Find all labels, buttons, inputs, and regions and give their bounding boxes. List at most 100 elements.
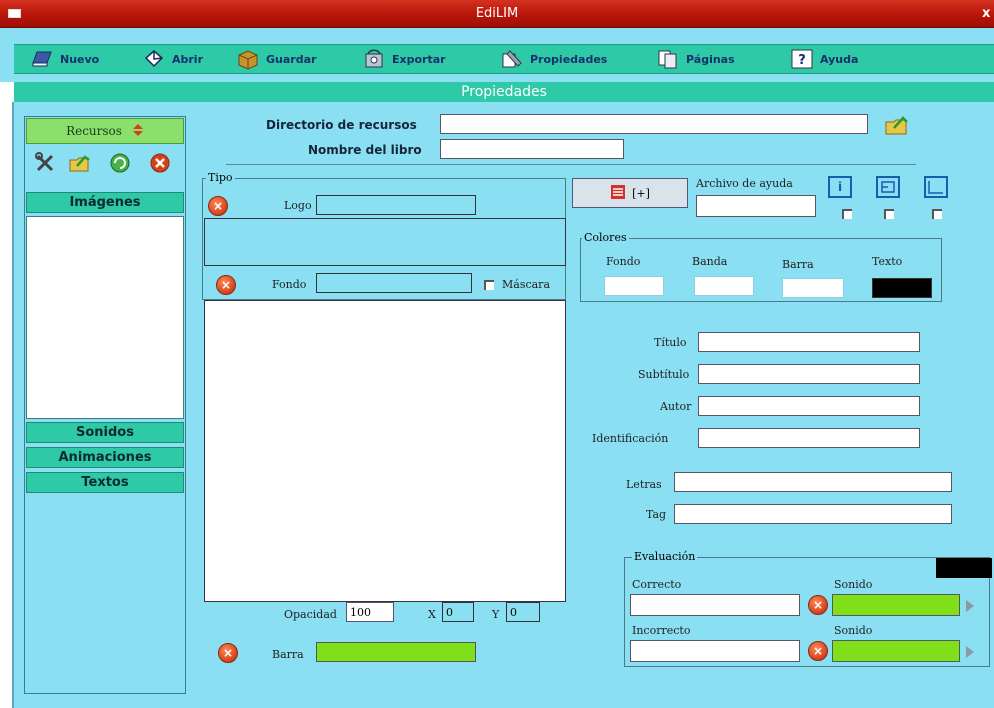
barra-input[interactable]	[316, 642, 476, 662]
color-texto-label: Texto	[872, 255, 903, 268]
evaluacion-legend: Evaluación	[632, 550, 698, 563]
subtitulo-input[interactable]	[698, 364, 920, 384]
sonido-incorrecto-input[interactable]	[832, 640, 960, 662]
sonido-incorrecto-label: Sonido	[834, 624, 873, 637]
autor-input[interactable]	[698, 396, 920, 416]
open-label: Abrir	[172, 52, 204, 66]
export-label: Exportar	[392, 52, 446, 66]
correcto-input[interactable]	[630, 594, 800, 616]
resources-selector[interactable]: Recursos	[26, 118, 184, 144]
tab-sounds[interactable]: Sonidos	[26, 422, 184, 443]
letras-input[interactable]	[674, 472, 952, 492]
color-banda-swatch[interactable]	[694, 276, 754, 296]
logo-label: Logo	[284, 199, 312, 212]
correcto-clear-button[interactable]: ×	[808, 595, 828, 615]
resources-title: Recursos	[66, 124, 122, 138]
tab-texts[interactable]: Textos	[26, 472, 184, 493]
section-title: Propiedades	[14, 82, 994, 102]
new-label: Nuevo	[60, 52, 100, 66]
save-button[interactable]: Guardar	[236, 46, 316, 72]
title-bar: EdiLIM	[0, 0, 994, 28]
incorrecto-clear-button[interactable]: ×	[808, 641, 828, 661]
tab-animations[interactable]: Animaciones	[26, 447, 184, 468]
properties-button[interactable]: Propiedades	[500, 46, 607, 72]
play-incorrecto-icon[interactable]	[966, 646, 974, 658]
browse-folder-icon[interactable]	[884, 113, 910, 137]
sonido-correcto-input[interactable]	[832, 594, 960, 616]
frame-style-button[interactable]	[924, 176, 948, 198]
subtitulo-label: Subtítulo	[638, 368, 690, 381]
barra-clear-button[interactable]: ×	[218, 643, 238, 663]
titulo-input[interactable]	[698, 332, 920, 352]
logo-preview	[204, 218, 566, 266]
sonido-correcto-label: Sonido	[834, 578, 873, 591]
play-correcto-icon[interactable]	[966, 600, 974, 612]
color-banda-label: Banda	[692, 255, 728, 268]
add-help-label: [+]	[632, 186, 650, 200]
images-list[interactable]	[26, 216, 184, 419]
opacidad-input[interactable]	[346, 602, 394, 622]
titulo-label: Título	[654, 336, 687, 349]
export-icon	[362, 48, 386, 70]
opacidad-label: Opacidad	[284, 608, 337, 621]
barra-label: Barra	[272, 648, 304, 661]
evaluation-color-swatch[interactable]	[936, 558, 992, 578]
info-checkbox[interactable]	[842, 209, 852, 219]
fondo-input[interactable]	[316, 273, 472, 293]
info-button[interactable]: i	[828, 176, 852, 198]
tipo-legend: Tipo	[206, 171, 235, 184]
separator	[226, 164, 916, 165]
resource-dir-input[interactable]	[440, 114, 868, 134]
color-fondo-swatch[interactable]	[604, 276, 664, 296]
color-barra-label: Barra	[782, 258, 814, 271]
archivo-ayuda-input[interactable]	[696, 195, 816, 217]
frame-style-checkbox[interactable]	[932, 209, 942, 219]
tag-label: Tag	[646, 508, 667, 521]
book-name-input[interactable]	[440, 139, 624, 159]
color-texto-swatch[interactable]	[872, 278, 932, 298]
y-input[interactable]	[506, 602, 540, 622]
mascara-checkbox[interactable]	[484, 280, 494, 290]
mascara-label: Máscara	[502, 278, 551, 291]
open-folder-icon[interactable]	[68, 152, 92, 174]
open-button[interactable]: Abrir	[142, 46, 203, 72]
window-style-button[interactable]	[876, 176, 900, 198]
y-label: Y	[492, 608, 500, 621]
box-icon	[236, 48, 260, 70]
window-title: EdiLIM	[475, 6, 519, 21]
logo-input[interactable]	[316, 195, 476, 215]
identificacion-label: Identificación	[592, 432, 669, 445]
save-label: Guardar	[266, 52, 317, 66]
properties-label: Propiedades	[530, 52, 608, 66]
fondo-clear-button[interactable]: ×	[216, 275, 236, 295]
help-label: Ayuda	[820, 52, 859, 66]
export-button[interactable]: Exportar	[362, 46, 446, 72]
incorrecto-label: Incorrecto	[632, 624, 691, 637]
tab-images[interactable]: Imágenes	[26, 192, 184, 213]
tag-input[interactable]	[674, 504, 952, 524]
window-style-checkbox[interactable]	[884, 209, 894, 219]
color-barra-swatch[interactable]	[782, 278, 844, 298]
colores-legend: Colores	[582, 231, 629, 244]
pages-label: Páginas	[686, 52, 735, 66]
resource-dir-label: Directorio de recursos	[266, 118, 417, 132]
logo-clear-button[interactable]: ×	[208, 196, 228, 216]
correcto-label: Correcto	[632, 578, 682, 591]
new-button[interactable]: Nuevo	[30, 46, 99, 72]
left-divider	[12, 102, 14, 708]
identificacion-input[interactable]	[698, 428, 920, 448]
x-input[interactable]	[442, 602, 474, 622]
archivo-ayuda-label: Archivo de ayuda	[696, 177, 793, 190]
open-icon	[142, 48, 166, 70]
add-help-button[interactable]: [+]	[572, 178, 688, 208]
close-button[interactable]: x	[982, 4, 994, 24]
background-preview	[204, 300, 566, 602]
delete-icon[interactable]	[148, 152, 172, 174]
help-button[interactable]: ? Ayuda	[790, 46, 858, 72]
tools-icon[interactable]	[34, 152, 58, 174]
pages-button[interactable]: Páginas	[656, 46, 735, 72]
incorrecto-input[interactable]	[630, 640, 800, 662]
refresh-icon[interactable]	[108, 152, 132, 174]
window-menu-icon[interactable]	[8, 9, 21, 18]
help-icon: ?	[790, 48, 814, 70]
